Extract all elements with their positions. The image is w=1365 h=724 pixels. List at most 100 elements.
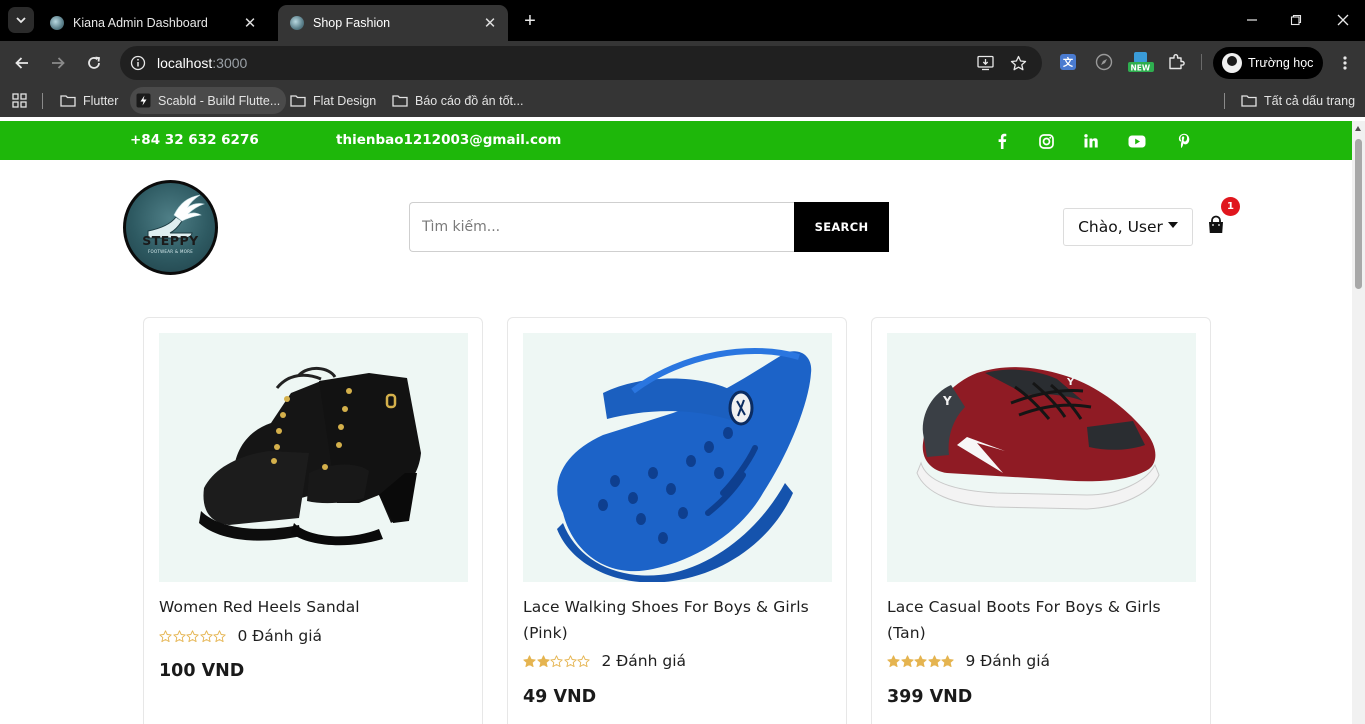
forward-arrow-icon[interactable] [46,51,70,75]
steppy-logo[interactable]: STEPPY FOOTWEAR & MORE [123,180,218,275]
bookmark-flat-design[interactable]: Flat Design [284,87,382,114]
star-rating [523,654,591,668]
page-scrollbar[interactable] [1352,121,1365,724]
user-menu-dropdown[interactable]: Chào, User [1063,208,1193,246]
product-name[interactable]: Lace Walking Shoes For Boys & Girls (Pin… [523,594,823,646]
star-rating [159,629,227,643]
bookmark-flutter[interactable]: Flutter [54,87,124,114]
svg-text:NEW: NEW [1131,63,1151,72]
close-window-icon[interactable] [1331,8,1355,32]
new-extension-icon[interactable]: NEW [1127,51,1155,73]
close-icon[interactable]: ✕ [241,14,259,32]
black-ankle-boot-image [199,367,421,546]
tab-title: Shop Fashion [313,16,391,30]
browser-toolbar: localhost:3000 文 NEW Trường học [0,41,1365,84]
folder-icon [290,94,306,107]
bookmark-scabld[interactable]: Scabld - Build Flutte... [130,87,287,114]
product-rating: 0 Đánh giá [159,627,322,645]
product-rating: 2 Đánh giá [523,652,686,670]
folder-icon [1241,94,1257,107]
product-image[interactable] [523,333,832,582]
tab-kiana-admin[interactable]: Kiana Admin Dashboard ✕ [38,5,268,41]
product-price: 100 VND [159,661,245,681]
all-bookmarks[interactable]: Tất cả dấu trang [1235,87,1361,114]
profile-name: Trường học [1248,56,1314,70]
globe-favicon-icon [290,16,304,30]
chevron-down-icon [16,17,26,24]
product-price: 399 VND [887,687,973,707]
product-rating: 9 Đánh giá [887,652,1050,670]
bookmark-divider [1224,93,1225,109]
site-info-icon[interactable] [129,54,147,72]
winged-shoe-logo-icon [147,194,206,239]
star-empty-icon [186,629,199,642]
product-image[interactable] [159,333,468,582]
tab-search-button[interactable] [8,7,34,33]
star-rating [887,654,955,668]
folder-icon [392,94,408,107]
folder-icon [60,94,76,107]
review-count: 9 Đánh giá [965,652,1051,670]
bookmark-label: Tất cả dấu trang [1264,93,1356,108]
reload-icon[interactable] [82,51,106,75]
product-image[interactable]: Y Y [887,333,1196,582]
compass-extension-icon[interactable] [1093,51,1115,73]
kebab-menu-icon[interactable] [1333,51,1357,75]
logo-tagline: FOOTWEAR & MORE [147,249,194,254]
svg-text:文: 文 [1063,56,1074,69]
svg-text:Y: Y [1066,377,1075,388]
user-greeting: Chào, User [1078,218,1163,236]
product-name[interactable]: Lace Casual Boots For Boys & Girls (Tan) [887,594,1187,646]
youtube-icon[interactable] [1126,130,1148,152]
scabld-favicon-icon [136,93,151,108]
apps-grid-icon[interactable] [6,87,33,114]
linkedin-icon[interactable] [1080,130,1102,152]
profile-button[interactable]: Trường học [1213,47,1323,79]
restore-icon[interactable] [1284,8,1308,32]
facebook-icon[interactable] [991,130,1013,152]
bookmark-bao-cao[interactable]: Báo cáo đồ án tốt... [386,87,529,114]
bookmark-label: Flat Design [313,93,377,108]
star-filled-icon [887,654,900,667]
page-viewport: +84 32 632 6276 thienbao1212003@gmail.co… [0,121,1352,724]
star-filled-icon [536,654,550,667]
star-empty-icon [172,629,186,642]
translate-extension-icon[interactable]: 文 [1057,51,1079,73]
review-count: 0 Đánh giá [237,627,323,645]
star-empty-icon [577,654,590,667]
star-filled-icon [900,654,914,667]
instagram-icon[interactable] [1035,130,1057,152]
tab-shop-fashion[interactable]: Shop Fashion ✕ [278,5,508,41]
product-card[interactable]: Lace Walking Shoes For Boys & Girls (Pin… [507,317,847,724]
pinterest-icon[interactable] [1173,130,1195,152]
star-filled-icon [927,654,941,667]
minimize-icon[interactable] [1240,8,1264,32]
back-arrow-icon[interactable] [10,51,34,75]
search-input[interactable] [409,202,795,252]
address-bar[interactable]: localhost:3000 [120,46,1042,80]
browser-tab-strip: Kiana Admin Dashboard ✕ Shop Fashion ✕ + [0,0,1365,41]
review-count: 2 Đánh giá [601,652,687,670]
product-card[interactable]: Women Red Heels Sandal 0 Đánh giá 100 VN… [143,317,483,724]
star-empty-icon [213,629,226,642]
search-button[interactable]: SEARCH [794,202,889,252]
puzzle-extensions-icon[interactable] [1165,51,1187,73]
new-tab-button[interactable]: + [518,9,542,33]
product-name[interactable]: Women Red Heels Sandal [159,594,459,620]
bookmark-star-icon[interactable] [1008,53,1028,73]
star-empty-icon [550,654,563,667]
product-card[interactable]: Y Y Lace Casual Boots For Boys & Girls (… [871,317,1211,724]
close-icon[interactable]: ✕ [481,14,499,32]
scrollbar-thumb[interactable] [1355,139,1362,289]
star-filled-icon [941,654,954,667]
bookmarks-bar: Flutter Scabld - Build Flutte... Flat De… [0,84,1365,117]
red-sneaker-image: Y Y [916,367,1160,510]
scroll-up-arrow-icon[interactable] [1355,126,1361,131]
shopping-bag-icon[interactable] [1206,215,1226,235]
globe-favicon-icon [50,16,64,30]
cart-count-badge: 1 [1221,197,1240,216]
toolbar-divider [1201,54,1202,70]
install-app-icon[interactable] [976,53,996,73]
phone-number: +84 32 632 6276 [130,132,259,148]
tab-title: Kiana Admin Dashboard [73,16,208,30]
